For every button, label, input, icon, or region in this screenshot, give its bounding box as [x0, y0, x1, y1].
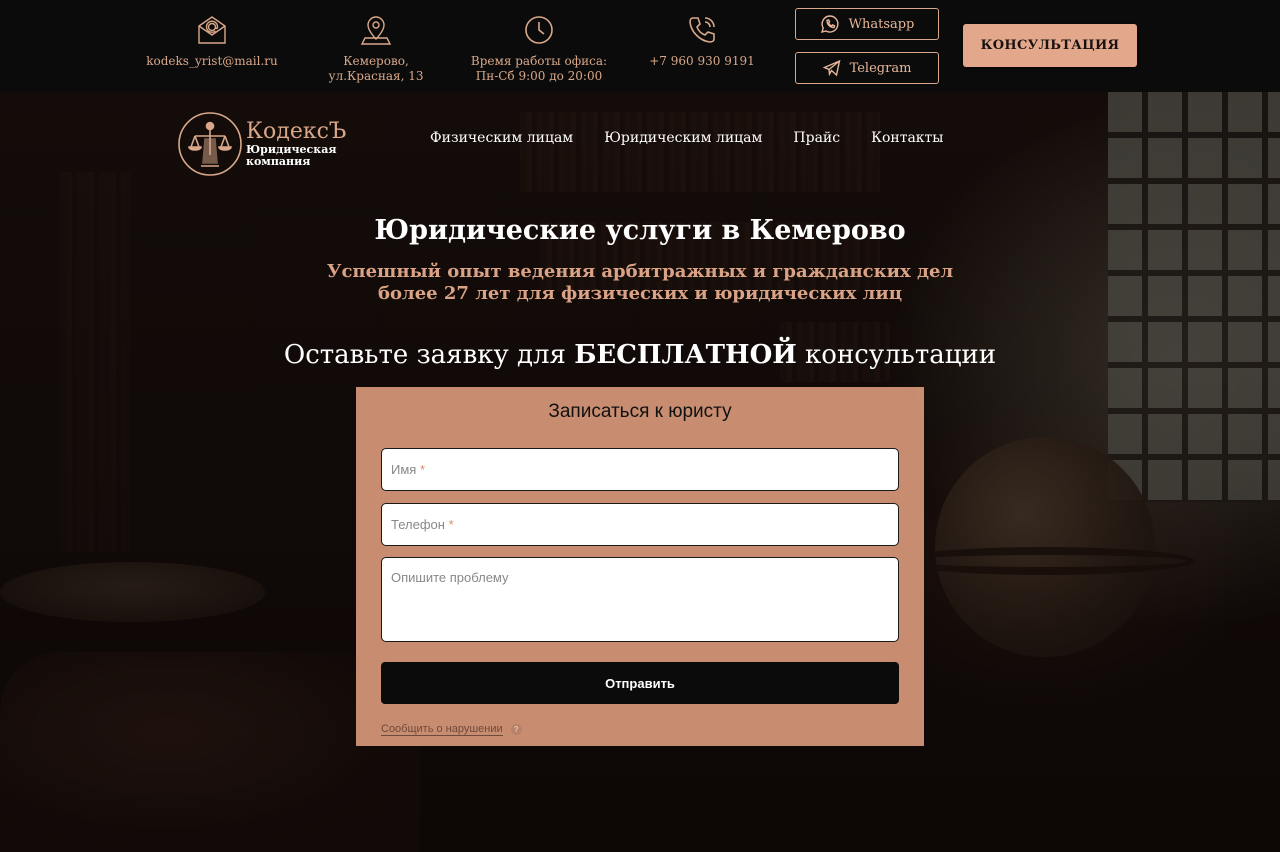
form-title: Записаться к юристу	[548, 401, 732, 422]
address-text: Кемерово, ул.Красная, 13	[328, 54, 424, 83]
phone-input[interactable]: Телефон *	[381, 503, 899, 546]
top-contact-bar: kodeks_yrist@mail.ru Кемерово, ул.Красна…	[0, 0, 1280, 92]
whatsapp-icon	[820, 15, 839, 33]
main-navigation: Физическим лицам Юридическим лицам Прайс…	[430, 130, 943, 146]
required-mark: *	[448, 517, 454, 532]
whatsapp-button[interactable]: Whatsapp	[795, 8, 939, 40]
email-text: kodeks_yrist@mail.ru	[146, 54, 278, 68]
contact-hours: Время работы офиса: Пн-Сб 9:00 до 20:00	[466, 14, 612, 84]
contact-phone[interactable]: +7 960 930 9191	[642, 14, 762, 69]
mail-icon	[198, 16, 226, 44]
telegram-button[interactable]: Telegram	[795, 52, 939, 84]
cta-text-before: Оставьте заявку для	[283, 340, 575, 370]
phone-text: +7 960 930 9191	[649, 54, 755, 68]
telegram-label: Telegram	[849, 60, 912, 76]
brand-subtitle: Юридическая компания	[246, 143, 337, 168]
whatsapp-label: Whatsapp	[848, 16, 915, 32]
hero-title: Юридические услуги в Кемерово	[374, 215, 906, 246]
help-icon[interactable]: ?	[510, 724, 522, 735]
contact-email[interactable]: kodeks_yrist@mail.ru	[142, 14, 282, 69]
phone-icon	[689, 17, 715, 43]
nav-individuals[interactable]: Физическим лицам	[430, 130, 573, 146]
brand-name: КодексЪ	[246, 119, 347, 144]
report-violation-link[interactable]: Сообщить о нарушении	[381, 723, 503, 736]
name-input[interactable]: Имя *	[381, 448, 899, 491]
cta-text-bold: БЕСПЛАТНОЙ	[574, 340, 797, 370]
name-placeholder: Имя	[391, 462, 417, 477]
hero-subtitle-line2: более 27 лет для физических и юридически…	[378, 283, 902, 304]
phone-placeholder: Телефон	[391, 517, 445, 532]
contact-address: Кемерово, ул.Красная, 13	[305, 14, 447, 84]
hours-label: Время работы офиса:	[470, 54, 608, 68]
cta-heading: Оставьте заявку для БЕСПЛАТНОЙ консульта…	[0, 340, 1280, 370]
hours-value: Пн-Сб 9:00 до 20:00	[475, 69, 603, 83]
report-violation: Сообщить о нарушении ?	[381, 723, 522, 736]
hero-subtitle-line1: Успешный опыт ведения арбитражных и граж…	[326, 261, 954, 282]
consultation-button[interactable]: КОНСУЛЬТАЦИЯ	[963, 24, 1137, 67]
telegram-icon	[822, 59, 841, 77]
nav-price[interactable]: Прайс	[793, 130, 840, 146]
required-mark: *	[419, 462, 426, 477]
brand-text: КодексЪ Юридическая компания	[246, 120, 346, 168]
location-pin-icon	[360, 16, 392, 45]
submit-button[interactable]: Отправить	[381, 662, 899, 704]
nav-contacts[interactable]: Контакты	[871, 130, 943, 146]
lady-justice-icon	[178, 112, 242, 176]
consultation-form: Записаться к юристу Имя * Телефон * Опиш…	[356, 387, 924, 746]
clock-icon	[525, 16, 553, 44]
hero-subtitle: Успешный опыт ведения арбитражных и граж…	[290, 261, 990, 305]
problem-textarea[interactable]: Опишите проблему	[381, 557, 899, 642]
nav-companies[interactable]: Юридическим лицам	[604, 130, 762, 146]
problem-placeholder: Опишите проблему	[391, 570, 509, 585]
brand-logo[interactable]: КодексЪ Юридическая компания	[177, 110, 357, 178]
cta-text-after: консультации	[796, 340, 997, 370]
